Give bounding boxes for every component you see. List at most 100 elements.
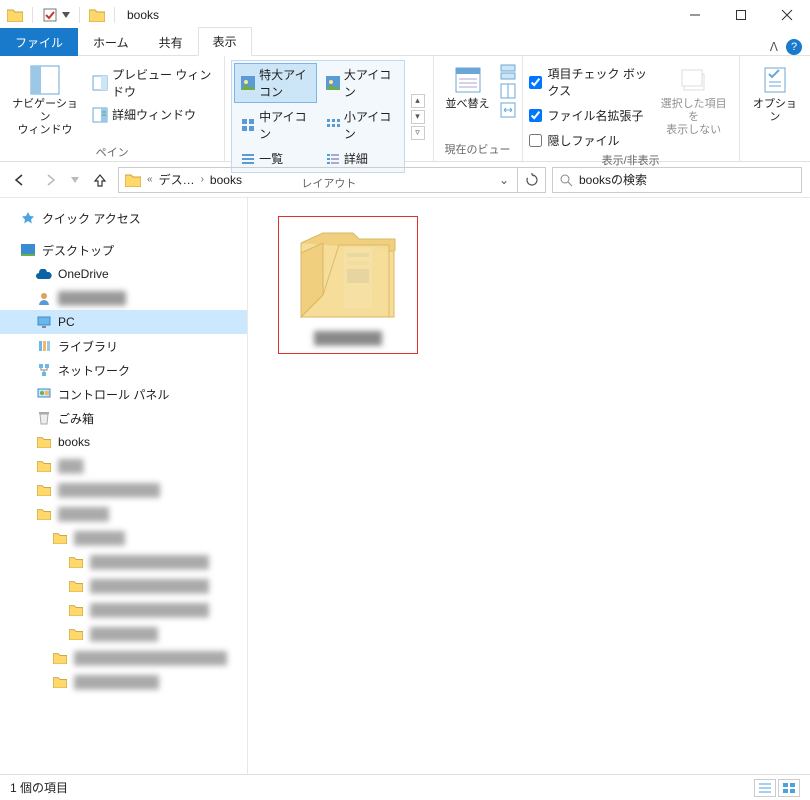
size-columns-icon[interactable] <box>500 102 516 118</box>
breadcrumb-2[interactable]: books <box>206 173 246 187</box>
tree-item[interactable]: ███ <box>0 454 247 478</box>
tree-item[interactable]: ██████████████ <box>0 550 247 574</box>
tab-view[interactable]: 表示 <box>198 27 252 56</box>
checkbox-file-extensions[interactable]: ファイル名拡張子 <box>529 106 651 125</box>
large-icons-icon <box>326 76 340 90</box>
hide-selected-button[interactable]: 選択した項目を 表示しない <box>655 60 733 142</box>
add-columns-icon[interactable] <box>500 83 516 99</box>
sort-button[interactable]: 並べ替え <box>440 60 496 115</box>
tree-quick-access[interactable]: クイック アクセス <box>0 206 247 230</box>
tree-item[interactable]: ██████████████ <box>0 574 247 598</box>
ribbon: ナビゲーション ウィンドウ プレビュー ウィンドウ 詳細ウィンドウ ペイン 特大… <box>0 56 810 162</box>
navigation-pane: クイック アクセス デスクトップ OneDrive ████████ PC ライ… <box>0 198 248 774</box>
status-icons-view-button[interactable] <box>778 779 800 797</box>
tree-library[interactable]: ライブラリ <box>0 334 247 358</box>
control-panel-icon <box>36 386 52 402</box>
address-folder-icon <box>121 173 145 187</box>
recent-locations-button[interactable] <box>68 168 82 192</box>
tree-item[interactable]: ████████ <box>0 622 247 646</box>
search-icon <box>559 173 573 187</box>
medium-icons-icon <box>241 118 255 132</box>
tree-desktop[interactable]: デスクトップ <box>0 238 247 262</box>
gallery-up-icon[interactable]: ▴ <box>411 94 425 108</box>
tree-control-panel[interactable]: コントロール パネル <box>0 382 247 406</box>
tree-network[interactable]: ネットワーク <box>0 358 247 382</box>
folder-icon <box>52 530 68 546</box>
properties-checkbox-icon[interactable] <box>41 6 59 24</box>
address-bar[interactable]: « デス… › books ⌄ <box>118 167 518 193</box>
group-current-view: 並べ替え 現在のビュー <box>434 56 523 161</box>
tree-item[interactable]: ██████ <box>0 502 247 526</box>
tree-books[interactable]: books <box>0 430 247 454</box>
back-button[interactable] <box>8 168 32 192</box>
chevron-right-icon[interactable]: › <box>201 174 204 185</box>
status-item-count: 1 個の項目 <box>10 779 68 796</box>
tree-onedrive[interactable]: OneDrive <box>0 262 247 286</box>
title-bar: books <box>0 0 810 30</box>
minimize-button[interactable] <box>672 0 718 30</box>
tree-user[interactable]: ████████ <box>0 286 247 310</box>
details-pane-icon <box>92 107 108 123</box>
group-panes: ナビゲーション ウィンドウ プレビュー ウィンドウ 詳細ウィンドウ ペイン <box>0 56 225 161</box>
tree-item[interactable]: ██████████ <box>0 670 247 694</box>
qat-dropdown-icon[interactable] <box>61 6 71 24</box>
navigation-pane-label: ナビゲーション ウィンドウ <box>12 98 78 138</box>
layout-gallery[interactable]: 特大アイコン 大アイコン 中アイコン 小アイコン 一覧 詳細 <box>231 60 404 173</box>
tree-item[interactable]: ██████████████ <box>0 598 247 622</box>
tab-file[interactable]: ファイル <box>0 28 78 56</box>
folder-large-icon <box>293 225 403 325</box>
layout-gallery-scroll: ▴ ▾ ▿ <box>409 94 427 140</box>
help-icon[interactable]: ? <box>786 39 802 55</box>
folder-icon <box>6 6 24 24</box>
layout-small[interactable]: 小アイコン <box>319 105 402 145</box>
onedrive-icon <box>36 266 52 282</box>
navigation-pane-button[interactable]: ナビゲーション ウィンドウ <box>6 60 84 142</box>
search-box[interactable]: booksの検索 <box>552 167 802 193</box>
library-icon <box>36 338 52 354</box>
xlarge-icons-icon <box>241 76 255 90</box>
group-by-icon[interactable] <box>500 64 516 80</box>
preview-pane-button[interactable]: プレビュー ウィンドウ <box>88 64 218 102</box>
network-icon <box>36 362 52 378</box>
ribbon-tabs: ファイル ホーム 共有 表示 ᐱ ? <box>0 30 810 56</box>
group-options: オプション <box>740 56 810 161</box>
folder-item[interactable]: ████████ <box>278 216 418 354</box>
close-button[interactable] <box>764 0 810 30</box>
navigation-row: « デス… › books ⌄ booksの検索 <box>0 162 810 198</box>
tree-recycle-bin[interactable]: ごみ箱 <box>0 406 247 430</box>
star-icon <box>20 210 36 226</box>
user-icon <box>36 290 52 306</box>
tree-item[interactable]: ██████ <box>0 526 247 550</box>
status-details-view-button[interactable] <box>754 779 776 797</box>
options-button[interactable]: オプション <box>746 60 804 128</box>
folder-icon <box>36 482 52 498</box>
tree-pc[interactable]: PC <box>0 310 247 334</box>
gallery-down-icon[interactable]: ▾ <box>411 110 425 124</box>
checkbox-hidden-files[interactable]: 隠しファイル <box>529 131 651 150</box>
details-pane-button[interactable]: 詳細ウィンドウ <box>88 104 218 125</box>
folder-icon <box>68 578 84 594</box>
chevron-left-icon[interactable]: « <box>147 174 153 185</box>
gallery-more-icon[interactable]: ▿ <box>411 126 425 140</box>
collapse-ribbon-icon[interactable]: ᐱ <box>770 40 778 54</box>
preview-pane-icon <box>92 75 108 91</box>
layout-large[interactable]: 大アイコン <box>319 63 402 103</box>
layout-medium[interactable]: 中アイコン <box>234 105 317 145</box>
forward-button[interactable] <box>38 168 62 192</box>
tab-home[interactable]: ホーム <box>78 28 144 56</box>
recycle-icon <box>36 410 52 426</box>
content-pane[interactable]: ████████ <box>248 198 810 774</box>
refresh-button[interactable] <box>518 167 546 193</box>
maximize-button[interactable] <box>718 0 764 30</box>
folder-icon <box>68 626 84 642</box>
navigation-pane-icon <box>29 64 61 96</box>
layout-extra-large[interactable]: 特大アイコン <box>234 63 317 103</box>
address-dropdown-icon[interactable]: ⌄ <box>493 173 515 187</box>
window-controls <box>672 0 810 30</box>
checkbox-item-checkboxes[interactable]: 項目チェック ボックス <box>529 64 651 100</box>
tree-item[interactable]: ██████████████████ <box>0 646 247 670</box>
tab-share[interactable]: 共有 <box>144 28 198 56</box>
up-button[interactable] <box>88 168 112 192</box>
breadcrumb-1[interactable]: デス… <box>155 171 199 188</box>
tree-item[interactable]: ████████████ <box>0 478 247 502</box>
